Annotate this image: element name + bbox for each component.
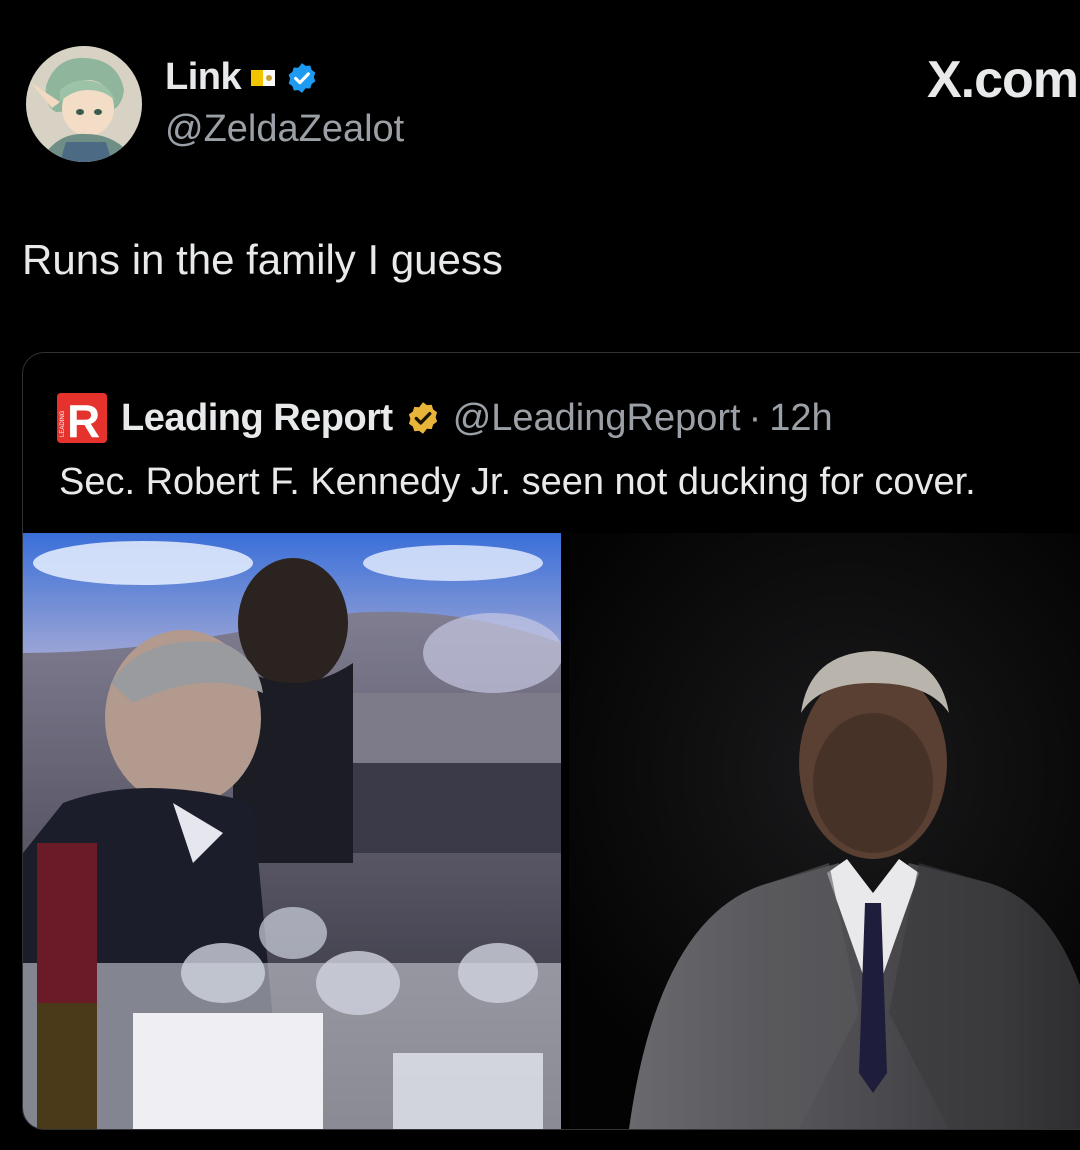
x-watermark: X.com <box>926 51 1079 109</box>
quoted-display-name[interactable]: Leading Report <box>121 397 393 440</box>
svg-text:R: R <box>67 395 100 443</box>
separator-dot: · <box>748 396 762 439</box>
vatican-flag-icon <box>251 68 276 88</box>
anime-elf-avatar-icon <box>26 46 142 162</box>
portrait-photo[interactable] <box>569 533 1080 1129</box>
tweet-text: Runs in the family I guess <box>22 236 503 283</box>
verified-badge-icon <box>285 61 319 95</box>
tweet-header: Link @ZeldaZealot X.com <box>0 0 1080 200</box>
quoted-handle[interactable]: @LeadingReport <box>453 397 741 440</box>
author-avatar[interactable] <box>26 46 142 162</box>
leading-report-logo[interactable]: R LEADING <box>57 393 107 443</box>
quoted-text: Sec. Robert F. Kennedy Jr. seen not duck… <box>59 461 976 503</box>
logo-vertical-text: LEADING <box>60 410 66 437</box>
quoted-timestamp[interactable]: 12h <box>769 397 832 440</box>
quoted-header: R LEADING Leading Report @LeadingReport … <box>57 393 833 443</box>
author-name-row: Link <box>165 56 319 99</box>
author-handle[interactable]: @ZeldaZealot <box>165 108 404 151</box>
banquet-photo[interactable] <box>23 533 561 1129</box>
quoted-tweet-card[interactable]: R LEADING Leading Report @LeadingReport … <box>22 352 1080 1130</box>
author-display-name[interactable]: Link <box>165 56 242 99</box>
gold-verified-badge-icon <box>405 400 441 436</box>
